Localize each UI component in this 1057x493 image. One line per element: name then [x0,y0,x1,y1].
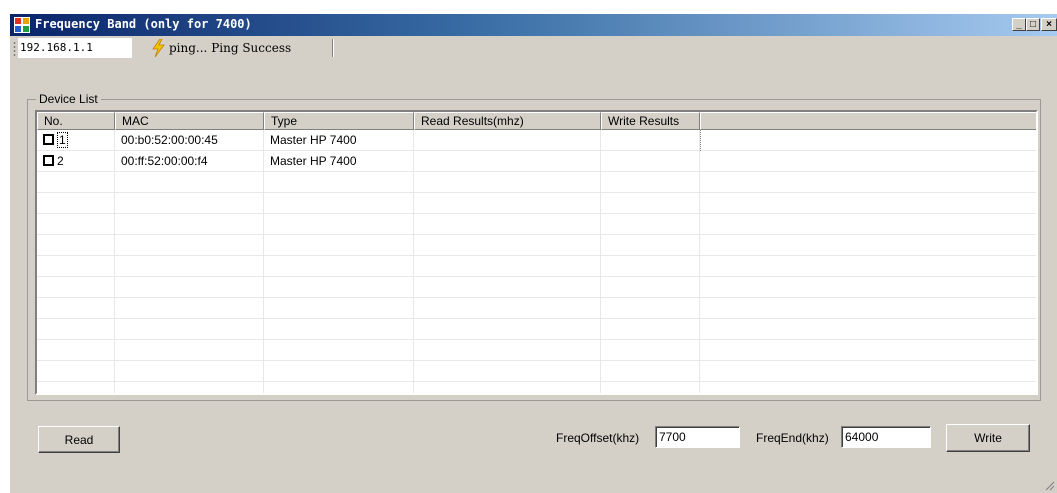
empty-row [37,298,1036,319]
resize-grip-icon[interactable] [1043,479,1055,491]
lightning-icon [152,39,165,57]
row-checkbox[interactable] [43,134,54,145]
cell-mac: 00:ff:52:00:00:f4 [115,151,264,172]
cell-filler [700,130,1036,151]
ping-status-text: ping... Ping Success [169,41,292,55]
list-rows: 1 00:b0:52:00:00:45 Master HP 7400 2 00:… [37,130,1036,393]
empty-row [37,340,1036,361]
cell-type: Master HP 7400 [264,130,414,151]
row-number: 1 [57,132,68,148]
column-header-filler [700,112,1036,130]
cell-filler [700,151,1036,172]
ping-status[interactable]: ping... Ping Success [150,38,291,58]
empty-row [37,235,1036,256]
empty-row [37,214,1036,235]
empty-row [37,319,1036,340]
cell-no: 1 [37,130,115,151]
title-bar[interactable]: Frequency Band (only for 7400) _ □ × [10,14,1057,36]
list-header: No. MAC Type Read Results(mhz) Write Res… [37,112,1036,130]
toolbar: 192.168.1.1 ping... Ping Success [10,36,1057,62]
table-row[interactable]: 1 00:b0:52:00:00:45 Master HP 7400 [37,130,1036,151]
freq-end-input[interactable] [841,426,931,448]
empty-row [37,277,1036,298]
empty-row [37,256,1036,277]
freq-end-label: FreqEnd(khz) [756,431,829,445]
cell-mac: 00:b0:52:00:00:45 [115,130,264,151]
cell-write-results [601,130,700,151]
freq-offset-label: FreqOffset(khz) [556,431,640,445]
device-list-legend: Device List [36,92,101,106]
app-icon [14,17,30,33]
ip-address-field[interactable]: 192.168.1.1 [18,38,132,58]
table-row[interactable]: 2 00:ff:52:00:00:f4 Master HP 7400 [37,151,1036,172]
maximize-button[interactable]: □ [1026,18,1040,31]
cell-read-results [414,151,601,172]
column-header-mac[interactable]: MAC [115,112,264,130]
close-button[interactable]: × [1041,18,1057,31]
toolbar-separator [332,39,334,57]
toolbar-grip[interactable] [13,41,16,57]
cell-type: Master HP 7400 [264,151,414,172]
write-button[interactable]: Write [946,424,1030,452]
column-header-write-results[interactable]: Write Results [601,112,700,130]
column-header-type[interactable]: Type [264,112,414,130]
row-checkbox[interactable] [43,155,54,166]
column-header-read-results[interactable]: Read Results(mhz) [414,112,601,130]
empty-row [37,361,1036,382]
cell-no: 2 [37,151,115,172]
freq-offset-input[interactable] [655,426,740,448]
cell-read-results [414,130,601,151]
app-window: Frequency Band (only for 7400) _ □ × 192… [10,14,1057,493]
row-number: 2 [57,154,64,168]
empty-row [37,193,1036,214]
empty-row [37,382,1036,393]
cell-write-results [601,151,700,172]
minimize-button[interactable]: _ [1012,18,1026,31]
window-title: Frequency Band (only for 7400) [35,17,252,31]
device-list-view[interactable]: No. MAC Type Read Results(mhz) Write Res… [35,110,1038,395]
empty-row [37,172,1036,193]
column-header-no[interactable]: No. [37,112,115,130]
read-button[interactable]: Read [38,426,120,453]
